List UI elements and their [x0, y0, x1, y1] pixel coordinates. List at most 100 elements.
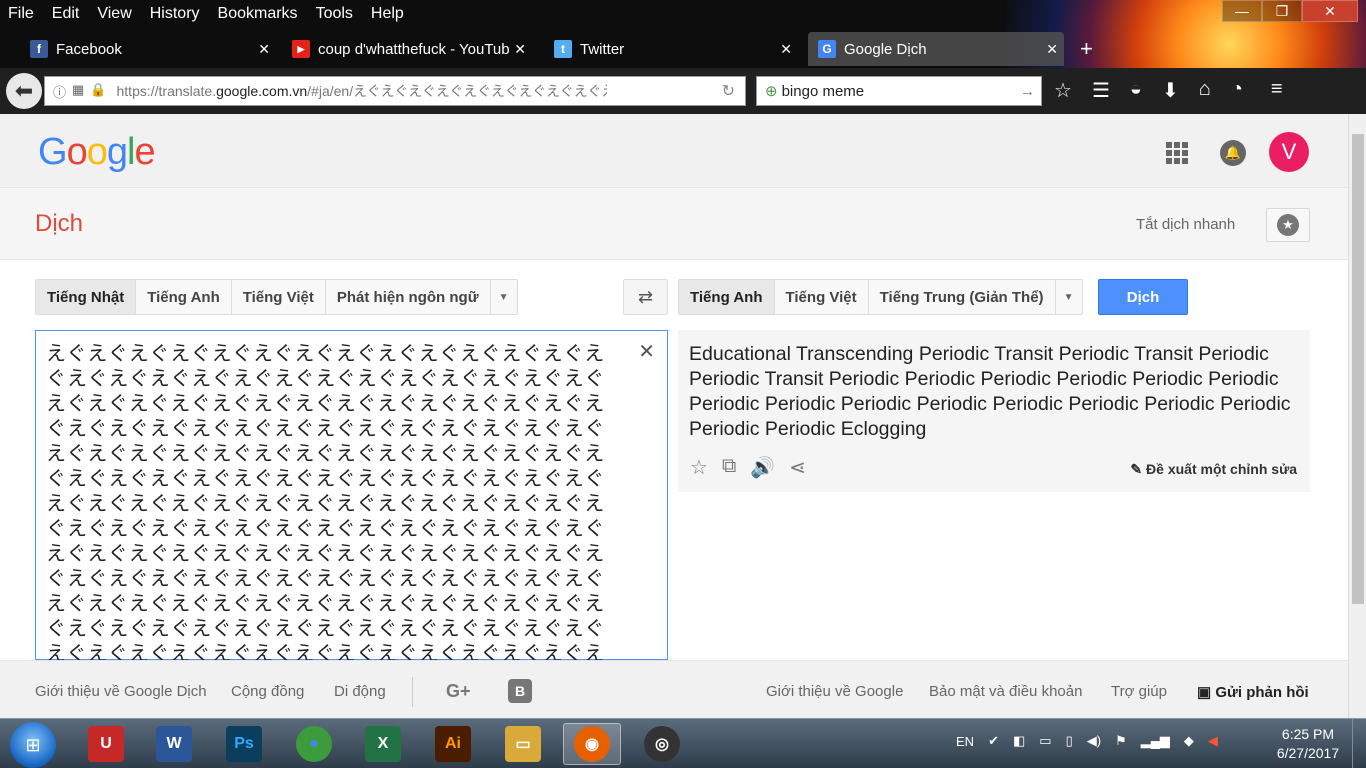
send-feedback-link[interactable]: ▣ Gửi phản hồi — [1197, 683, 1309, 701]
footer-about-google[interactable]: Giới thiệu về Google — [766, 683, 903, 700]
scrollbar-thumb[interactable] — [1352, 134, 1364, 604]
speaker-icon[interactable]: 🔊 — [750, 455, 775, 480]
source-text-area[interactable]: えぐえぐえぐえぐえぐえぐえぐえぐえぐえぐえぐえぐえぐえぐえぐえぐえぐえぐえぐえぐ… — [35, 330, 668, 715]
taskbar-file-explorer[interactable]: ▭ — [494, 723, 552, 765]
blogger-icon[interactable]: B — [508, 679, 532, 703]
feedback-icon: ▣ — [1197, 684, 1216, 701]
copy-icon[interactable]: ⧉ — [722, 455, 736, 480]
screen: File Edit View History Bookmarks Tools H… — [0, 0, 1366, 768]
mute-icon[interactable]: ◀ — [1208, 733, 1218, 749]
back-button[interactable]: ⬅ — [6, 73, 42, 109]
source-lang-english[interactable]: Tiếng Anh — [136, 280, 232, 314]
reload-icon[interactable]: ↻ — [722, 81, 735, 101]
close-tab-icon[interactable]: ✕ — [780, 41, 792, 58]
taskbar-clock[interactable]: 6:25 PM 6/27/2017 — [1272, 725, 1344, 763]
translate-button[interactable]: Dịch — [1098, 279, 1188, 315]
footer-about-translate[interactable]: Giới thiệu về Google Dịch — [35, 683, 207, 700]
nvidia-icon[interactable]: ◆ — [1184, 733, 1194, 749]
tray-app-icon[interactable]: ◧ — [1013, 733, 1025, 749]
phrasebook-button[interactable]: ★ — [1266, 208, 1310, 242]
tab-twitter[interactable]: t Twitter ✕ — [554, 32, 798, 66]
tab-title: Google Dịch — [844, 40, 927, 58]
instant-translation-toggle[interactable]: Tắt dịch nhanh — [1136, 216, 1235, 233]
tray-app-icon[interactable]: ▭ — [1039, 733, 1051, 749]
taskbar-excel[interactable]: X — [354, 723, 412, 765]
footer: Giới thiệu về Google Dịch Cộng đồng Di đ… — [0, 660, 1348, 718]
taskbar-illustrator[interactable]: Ai — [424, 723, 482, 765]
logo-letter: G — [38, 131, 68, 173]
chevron-down-icon[interactable]: ▼ — [1056, 280, 1082, 314]
footer-community[interactable]: Cộng đồng — [231, 683, 304, 700]
star-icon[interactable]: ☆ — [690, 455, 708, 480]
maximize-button[interactable]: ❐ — [1262, 0, 1302, 22]
footer-mobile[interactable]: Di động — [334, 683, 386, 700]
minimize-button[interactable]: — — [1222, 0, 1262, 22]
tab-title: Twitter — [580, 40, 625, 58]
tab-facebook[interactable]: f Facebook ✕ — [30, 32, 276, 66]
notifications-bell-icon[interactable]: 🔔 — [1220, 140, 1246, 166]
menu-edit[interactable]: Edit — [50, 3, 82, 25]
close-window-button[interactable]: ✕ — [1302, 0, 1358, 22]
chevron-down-icon[interactable]: ▼ — [491, 280, 517, 314]
source-lang-detect[interactable]: Phát hiện ngôn ngữ — [326, 280, 491, 314]
pocket-icon[interactable]: ◒ — [1130, 78, 1142, 103]
target-lang-english[interactable]: Tiếng Anh — [679, 280, 775, 314]
search-go-icon[interactable]: → — [1020, 83, 1035, 100]
source-lang-japanese[interactable]: Tiếng Nhật — [36, 280, 137, 314]
pencil-icon: ✎ — [1130, 461, 1147, 477]
tray-app-icon[interactable]: ▯ — [1066, 733, 1073, 749]
menu-tools[interactable]: Tools — [314, 3, 355, 25]
avatar[interactable]: V — [1269, 132, 1309, 172]
menu-bookmarks[interactable]: Bookmarks — [216, 3, 300, 25]
tab-youtube[interactable]: ▶ coup d'whatthefuck - YouTub ✕ — [292, 32, 532, 66]
tray-app-icon[interactable]: ✔ — [988, 733, 999, 749]
menu-file[interactable]: File — [6, 3, 36, 25]
close-tab-icon[interactable]: ✕ — [514, 41, 526, 58]
taskbar-photoshop[interactable]: Ps — [215, 723, 273, 765]
source-lang-vietnamese[interactable]: Tiếng Việt — [232, 280, 326, 314]
history-icon[interactable]: ◔ — [1231, 78, 1243, 103]
lock-icon[interactable]: 🔒 — [90, 82, 106, 101]
volume-icon[interactable]: ◀) — [1087, 733, 1101, 749]
page-scrollbar[interactable] — [1348, 114, 1366, 718]
menu-help[interactable]: Help — [369, 3, 406, 25]
network-signal-icon[interactable]: ▂▄▆ — [1141, 733, 1170, 749]
show-desktop-button[interactable] — [1352, 719, 1366, 768]
suggest-edit-link[interactable]: ✎ Đề xuất một chỉnh sửa — [1130, 461, 1297, 478]
permissions-icon[interactable]: ▦ — [72, 82, 84, 101]
menu-view[interactable]: View — [95, 3, 133, 25]
url-bar[interactable]: ⓘ ▦ 🔒 https://translate. google.com.vn/#j… — [44, 76, 746, 106]
download-icon[interactable]: ⬇ — [1162, 78, 1179, 103]
target-lang-chinese[interactable]: Tiếng Trung (Giản Thể) — [869, 280, 1056, 314]
reader-list-icon[interactable]: ☰ — [1092, 78, 1110, 103]
google-plus-icon[interactable]: G+ — [446, 681, 471, 702]
menu-history[interactable]: History — [148, 3, 202, 25]
action-center-flag-icon[interactable]: ⚑ — [1115, 733, 1127, 749]
search-input[interactable]: bingo meme — [782, 83, 865, 100]
close-tab-icon[interactable]: ✕ — [1046, 41, 1058, 58]
footer-privacy[interactable]: Bảo mật và điều khoản — [929, 683, 1082, 700]
input-language[interactable]: EN — [956, 734, 974, 749]
taskbar-media-player[interactable]: ◎ — [633, 723, 691, 765]
google-logo[interactable]: Google — [38, 131, 156, 174]
hamburger-menu-icon[interactable]: ≡ — [1271, 78, 1283, 103]
search-bar[interactable]: ⊕ bingo meme → — [756, 76, 1042, 106]
start-button[interactable]: ⊞ — [10, 722, 56, 768]
apps-grid-icon[interactable] — [1166, 142, 1188, 164]
bookmark-star-icon[interactable]: ☆ — [1054, 78, 1072, 103]
clear-text-icon[interactable]: ✕ — [638, 339, 655, 364]
info-icon[interactable]: ⓘ — [53, 82, 66, 101]
target-lang-vietnamese[interactable]: Tiếng Việt — [775, 280, 869, 314]
share-icon[interactable]: ⋖ — [789, 455, 806, 480]
tab-google-dich[interactable]: G Google Dịch ✕ — [808, 32, 1064, 66]
new-tab-button[interactable]: + — [1080, 36, 1093, 62]
swap-languages-button[interactable]: ⇄ — [623, 279, 668, 315]
close-tab-icon[interactable]: ✕ — [258, 41, 270, 58]
taskbar-unikey[interactable]: U — [77, 723, 135, 765]
home-icon[interactable]: ⌂ — [1199, 78, 1211, 103]
search-engine-icon[interactable]: ⊕ — [765, 82, 778, 100]
taskbar-firefox[interactable]: ◉ — [563, 723, 621, 765]
footer-help[interactable]: Trợ giúp — [1111, 683, 1167, 700]
taskbar-word[interactable]: W — [145, 723, 203, 765]
taskbar-chrome[interactable]: ● — [285, 723, 343, 765]
